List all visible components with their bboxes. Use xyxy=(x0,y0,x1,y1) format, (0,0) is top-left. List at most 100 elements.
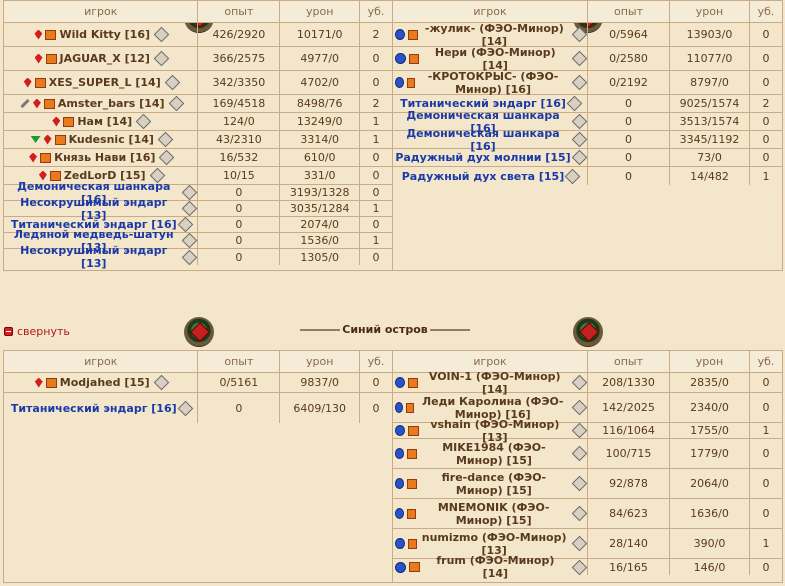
player-name[interactable]: XES_SUPER_L [14] xyxy=(49,76,161,89)
player-name[interactable]: Радужный дух света [15] xyxy=(402,170,564,183)
info-icon[interactable] xyxy=(571,149,587,166)
red-gem-icon xyxy=(34,29,43,40)
player-name[interactable]: Князь Нави [16] xyxy=(54,151,155,164)
info-icon[interactable] xyxy=(571,131,588,148)
info-icon[interactable] xyxy=(159,149,175,166)
table-row: Нам [14] 124/0 13249/0 1 xyxy=(4,113,392,131)
info-icon[interactable] xyxy=(177,400,193,416)
player-name[interactable]: Радужный дух молнии [15] xyxy=(395,151,570,164)
info-icon[interactable] xyxy=(571,26,588,43)
clan-icon xyxy=(63,116,75,127)
info-icon[interactable] xyxy=(135,113,152,130)
info-icon[interactable] xyxy=(571,422,588,439)
info-icon[interactable] xyxy=(571,113,588,130)
info-icon[interactable] xyxy=(571,559,588,575)
info-icon[interactable] xyxy=(571,74,588,91)
blue-island-table: игрок опыт урон уб. Modjahed [15] 0/5161 9837/… xyxy=(3,350,783,583)
player-name[interactable]: MIKE1984 (ФЭО-Минор) [15] xyxy=(420,441,568,467)
xp-value: 0 xyxy=(588,149,670,166)
xp-value: 0 xyxy=(198,185,281,200)
player-name[interactable]: numizmo (ФЭО-Минор) [13] xyxy=(420,531,568,557)
player-name[interactable]: Нам [14] xyxy=(77,115,132,128)
player-name[interactable]: -КРОТОКРЫС- (ФЭО-Минор) [16] xyxy=(418,70,568,96)
player-name[interactable]: Нери (ФЭО-Минор) [14] xyxy=(422,46,568,72)
player-cell: Amster_bars [14] xyxy=(4,95,199,112)
red-gem-icon xyxy=(43,134,52,145)
player-name[interactable]: Титанический эндарг [16] xyxy=(11,402,177,415)
info-icon[interactable] xyxy=(571,399,588,416)
player-name[interactable]: Несокрушимый эндарг [13] xyxy=(6,244,181,270)
player-name[interactable]: Modjahed [15] xyxy=(60,376,150,389)
xp-value: 43/2310 xyxy=(198,131,281,148)
clan-icon xyxy=(34,77,46,88)
kills-value: 0 xyxy=(372,169,380,182)
info-icon[interactable] xyxy=(153,26,170,43)
kills-value: 0 xyxy=(762,52,770,65)
player-cell: VOIN-1 (ФЭО-Минор) [14] xyxy=(393,370,588,396)
info-icon[interactable] xyxy=(182,200,198,217)
info-icon[interactable] xyxy=(182,232,198,249)
damage-value: 2064/0 xyxy=(670,469,750,498)
info-icon[interactable] xyxy=(571,445,588,462)
clan-icon xyxy=(408,377,419,388)
player-name[interactable]: VOIN-1 (ФЭО-Минор) [14] xyxy=(421,370,568,396)
player-cell: Несокрушимый эндарг [13] xyxy=(4,244,199,270)
kills-value: 0 xyxy=(372,401,380,415)
table-row: -жулик- (ФЭО-Минор) [14] 0/5964 13903/0 0 xyxy=(393,22,782,48)
player-name[interactable]: fire-dance (ФЭО-Минор) [15] xyxy=(420,471,568,497)
info-icon[interactable] xyxy=(571,505,588,522)
table-row: JAGUAR_X [12] 366/2575 4977/0 0 xyxy=(4,47,392,71)
header-kills: уб. xyxy=(367,5,385,18)
damage-value: 6409/130 xyxy=(280,393,361,423)
info-icon[interactable] xyxy=(153,374,169,391)
info-icon[interactable] xyxy=(164,74,181,91)
player-name[interactable]: Wild Kitty [16] xyxy=(59,28,150,41)
info-icon[interactable] xyxy=(571,475,588,492)
damage-value: 3193/1328 xyxy=(280,185,361,200)
damage-value: 2340/0 xyxy=(670,393,750,422)
info-icon[interactable] xyxy=(564,168,581,184)
player-cell: Modjahed [15] xyxy=(4,373,199,392)
player-name[interactable]: -жулик- (ФЭО-Минор) [14] xyxy=(421,22,568,48)
table-row: Радужный дух молнии [15] 0 73/0 0 xyxy=(393,149,782,167)
player-cell: JAGUAR_X [12] xyxy=(4,47,199,70)
info-icon[interactable] xyxy=(153,50,170,67)
kills-value: 2 xyxy=(762,97,770,110)
player-name[interactable]: Amster_bars [14] xyxy=(58,97,165,110)
xp-value: 100/715 xyxy=(588,439,670,468)
damage-value: 1755/0 xyxy=(670,423,750,438)
player-cell: MNEMONIK (ФЭО-Минор) [15] xyxy=(393,499,588,528)
player-cell: -КРОТОКРЫС- (ФЭО-Минор) [16] xyxy=(393,70,588,96)
kills-value: 0 xyxy=(762,76,770,89)
player-name[interactable]: JAGUAR_X [12] xyxy=(60,52,150,65)
xp-value: 0 xyxy=(198,201,281,216)
player-cell: -жулик- (ФЭО-Минор) [14] xyxy=(393,22,588,48)
info-icon[interactable] xyxy=(157,131,174,148)
kills-value: 0 xyxy=(762,560,770,574)
player-name[interactable]: frum (ФЭО-Минор) [14] xyxy=(423,554,568,580)
table-row: Радужный дух света [15] 0 14/482 1 xyxy=(393,167,782,185)
clan-icon xyxy=(45,29,57,40)
kills-value: 1 xyxy=(372,115,380,128)
player-cell: Князь Нави [16] xyxy=(4,149,199,166)
damage-value: 13249/0 xyxy=(280,113,361,130)
info-icon[interactable] xyxy=(571,50,588,67)
info-icon[interactable] xyxy=(571,535,588,552)
player-name[interactable]: MNEMONIK (ФЭО-Минор) [15] xyxy=(419,501,568,527)
collapse-link[interactable]: свернуть xyxy=(4,325,70,338)
xp-value: 0 xyxy=(198,233,281,248)
kills-value: 0 xyxy=(762,28,770,41)
info-icon[interactable] xyxy=(571,374,588,391)
damage-value: 8797/0 xyxy=(670,71,750,94)
table-row: Wild Kitty [16] 426/2920 10171/0 2 xyxy=(4,23,392,47)
clan-icon xyxy=(54,134,66,145)
table-row: Несокрушимый эндарг [13] 0 3035/1284 1 xyxy=(4,196,392,222)
player-name[interactable]: Kudesnic [14] xyxy=(69,133,154,146)
info-icon[interactable] xyxy=(182,184,198,201)
clan-icon xyxy=(407,508,417,519)
player-cell: Радужный дух молнии [15] xyxy=(393,149,588,166)
info-icon[interactable] xyxy=(168,95,184,112)
info-icon[interactable] xyxy=(182,249,198,265)
kills-value: 1 xyxy=(372,133,380,146)
kills-value: 1 xyxy=(762,424,770,437)
